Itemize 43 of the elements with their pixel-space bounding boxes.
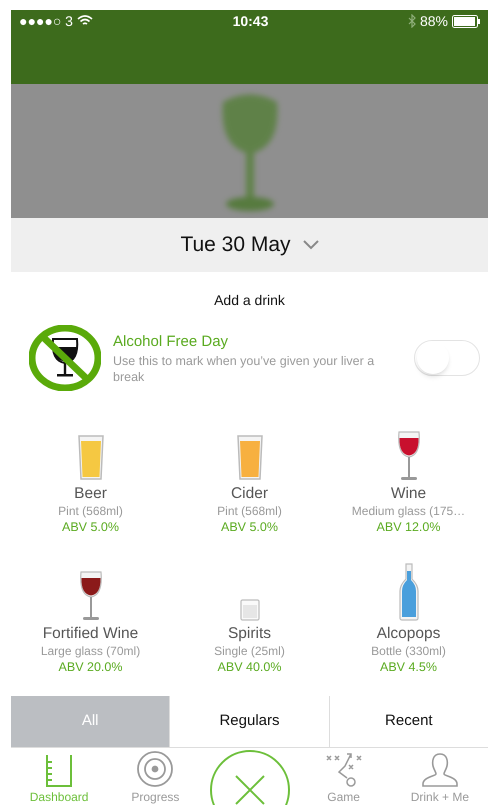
drink-option[interactable]: Alcopops Bottle (330ml) ABV 4.5%	[329, 557, 488, 675]
drink-option[interactable]: Spirits Single (25ml) ABV 40.0%	[170, 557, 329, 675]
drink-size: Bottle (330ml)	[371, 643, 446, 659]
battery-icon	[452, 14, 480, 28]
drink-name: Cider	[230, 485, 268, 503]
drink-option[interactable]: Cider Pint (568ml) ABV 5.0%	[170, 417, 329, 535]
drink-name: Spirits	[228, 625, 272, 643]
battery-percentage: 88%	[420, 12, 448, 30]
toggle-knob	[417, 342, 449, 374]
chevron-down-icon	[302, 240, 319, 250]
drink-name: Beer	[74, 485, 107, 503]
drink-size: Single (25ml)	[214, 643, 285, 659]
target-icon	[136, 750, 174, 788]
drink-abv: ABV 40.0%	[218, 659, 282, 675]
drink-size: Medium glass (175…	[352, 503, 466, 519]
wifi-icon	[76, 15, 93, 27]
drink-size: Pint (568ml)	[58, 503, 123, 519]
alcohol-free-day-title: Alcohol Free Day	[113, 332, 230, 352]
alcohol-free-day-toggle[interactable]	[414, 340, 480, 376]
no-alcohol-icon	[29, 325, 101, 391]
date-picker[interactable]: Tue 30 May	[11, 218, 488, 272]
play-diagram-icon	[324, 752, 363, 788]
drink-abv: ABV 12.0%	[376, 519, 440, 535]
drink-option[interactable]: Wine Medium glass (175… ABV 12.0%	[329, 417, 488, 535]
close-icon	[234, 775, 264, 805]
drink-abv: ABV 5.0%	[62, 519, 119, 535]
drink-name: Fortified Wine	[42, 625, 138, 643]
drink-name: Alcopops	[376, 625, 440, 643]
drink-abv: ABV 20.0%	[58, 659, 122, 675]
clock-time: 10:43	[232, 12, 268, 30]
person-icon	[420, 752, 460, 788]
drink-size: Pint (568ml)	[217, 503, 282, 519]
beaker-icon	[44, 754, 74, 788]
drink-option[interactable]: Fortified Wine Large glass (70ml) ABV 20.0%	[11, 557, 170, 675]
bluetooth-icon	[408, 14, 416, 28]
drink-size: Large glass (70ml)	[40, 643, 140, 659]
drink-abv: ABV 4.5%	[380, 659, 437, 675]
drink-abv: ABV 5.0%	[221, 519, 278, 535]
section-title: Add a drink	[213, 291, 286, 310]
drink-option[interactable]: Beer Pint (568ml) ABV 5.0%	[11, 417, 170, 535]
signal-strength: ●●●●○ 3	[19, 12, 73, 30]
drink-name: Wine	[390, 485, 426, 503]
alcohol-free-day-description: Use this to mark when you’ve given your liver a break	[113, 353, 375, 386]
